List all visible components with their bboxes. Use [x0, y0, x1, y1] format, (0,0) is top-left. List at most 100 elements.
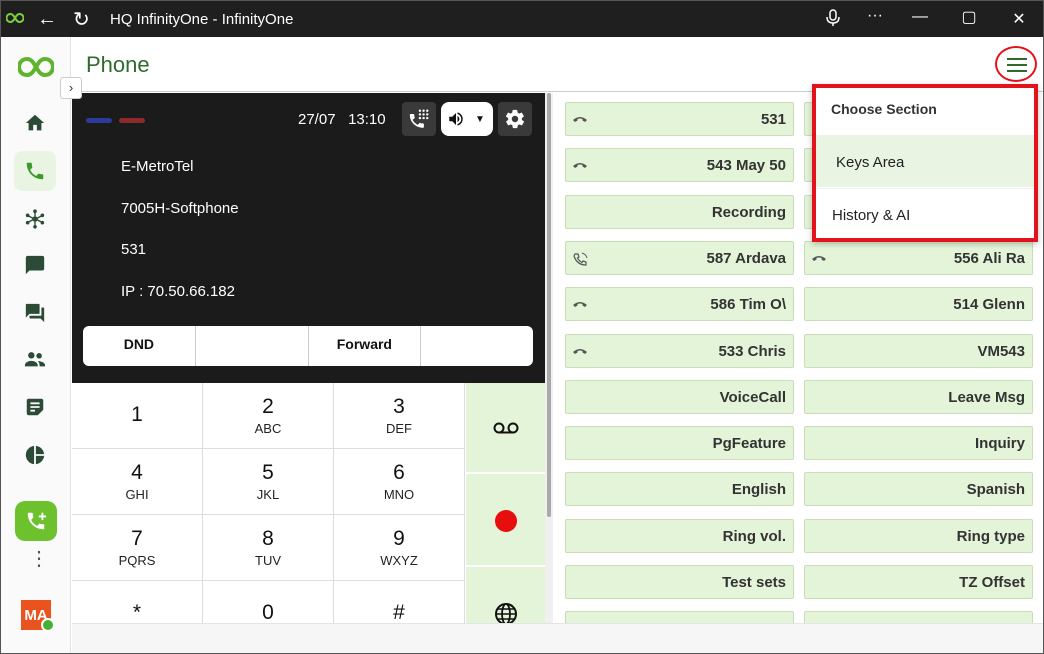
dialpad-key-letters: WXYZ — [380, 553, 418, 568]
programmable-key-label: Test sets — [722, 574, 786, 591]
choose-section-dropdown: Choose Section Keys Area History & AI — [812, 84, 1038, 242]
dialpad-key[interactable]: 8 TUV — [203, 515, 334, 581]
dialpad-side-buttons — [466, 383, 545, 625]
line-led-1 — [86, 118, 112, 123]
window-title: HQ InfinityOne - InfinityOne — [110, 11, 294, 28]
globe-icon — [494, 602, 517, 625]
infinityone-logo-icon[interactable] — [18, 55, 54, 79]
handset-icon — [811, 252, 827, 266]
dialpad-key-number: # — [393, 601, 405, 624]
dialpad-key[interactable]: 4 GHI — [72, 449, 203, 515]
dialpad-toggle-button[interactable] — [402, 102, 436, 136]
dialpad-key-letters: DEF — [386, 421, 412, 436]
dropdown-heading: Choose Section — [831, 101, 937, 117]
expand-rail-button[interactable]: › — [60, 77, 82, 99]
programmable-key[interactable]: 587 Ardava — [565, 240, 794, 275]
programmable-key[interactable]: 543 May 50 — [565, 148, 794, 183]
ip-address: IP : 70.50.66.182 — [121, 283, 235, 300]
programmable-key-label: PgFeature — [712, 435, 786, 453]
programmable-key[interactable]: 531 — [565, 102, 794, 136]
programmable-key[interactable]: Inquiry — [804, 426, 1033, 461]
maximize-icon[interactable]: ▢ — [959, 7, 979, 27]
minimize-icon[interactable]: — — [910, 8, 930, 26]
section-history-ai[interactable]: History & AI — [816, 188, 1034, 240]
settings-button[interactable] — [498, 102, 532, 136]
chat-icon[interactable] — [14, 245, 56, 285]
programmable-key-label: English — [731, 481, 786, 499]
home-icon[interactable] — [14, 103, 56, 143]
record-button[interactable] — [466, 476, 545, 567]
softkey-4[interactable] — [421, 326, 533, 366]
line-led-2 — [119, 118, 145, 123]
more-menu-icon[interactable]: ⋮ — [29, 549, 49, 569]
programmable-key-label: 533 Chris — [718, 342, 786, 360]
softkey-2[interactable] — [196, 326, 309, 366]
programmable-key-label: Ring vol. — [722, 527, 786, 545]
dialpad-key[interactable]: 5 JKL — [203, 449, 334, 515]
dialpad-key[interactable]: 3 DEF — [334, 383, 465, 449]
programmable-key[interactable]: Test sets — [565, 565, 794, 599]
title-bar: ← ↻ HQ InfinityOne - InfinityOne ··· — ▢… — [1, 1, 1043, 37]
back-icon[interactable]: ← — [37, 8, 57, 31]
programmable-key[interactable] — [804, 611, 1033, 623]
programmable-key[interactable]: English — [565, 472, 794, 507]
microphone-icon[interactable] — [823, 9, 843, 32]
programmable-key[interactable]: Leave Msg — [804, 379, 1033, 414]
hamburger-menu-button[interactable] — [995, 46, 1037, 82]
pie-chart-icon[interactable] — [14, 435, 56, 475]
audio-output-select[interactable]: ▼ — [441, 102, 493, 136]
dialpad: 1 2 ABC 3 DEF 4 GHI 5 JKL 6 MNO 7 PQRS 8 TUV 9 WXYZ * 0 # — [72, 383, 466, 647]
close-icon[interactable]: ✕ — [1009, 9, 1029, 29]
programmable-key[interactable]: TZ Offset — [804, 565, 1033, 599]
notes-icon[interactable] — [14, 387, 56, 427]
programmable-key[interactable]: 586 Tim O\ — [565, 287, 794, 322]
bottom-bar — [72, 623, 1043, 653]
dialpad-key[interactable]: 7 PQRS — [72, 515, 203, 581]
programmable-key[interactable]: 556 Ali Ra — [804, 240, 1033, 275]
softkey-dnd[interactable]: DND — [83, 326, 196, 366]
dialpad-key[interactable]: 6 MNO — [334, 449, 465, 515]
programmable-key[interactable]: Ring type — [804, 518, 1033, 553]
device-name: 7005H-Softphone — [121, 200, 239, 217]
scrollbar-thumb[interactable] — [547, 93, 551, 517]
section-keys-area[interactable]: Keys Area — [816, 135, 1034, 187]
dialpad-scrollbar[interactable] — [545, 93, 553, 623]
dialpad-key-number: 0 — [262, 601, 274, 624]
programmable-key[interactable]: Ring vol. — [565, 518, 794, 553]
programmable-key[interactable]: VoiceCall — [565, 379, 794, 414]
programmable-key[interactable]: PgFeature — [565, 426, 794, 461]
more-options-icon[interactable]: ··· — [865, 7, 885, 25]
programmable-key-label: 586 Tim O\ — [710, 296, 786, 314]
datetime: 27/07 13:10 — [298, 111, 386, 128]
programmable-key[interactable]: Spanish — [804, 472, 1033, 507]
forum-icon[interactable] — [14, 293, 56, 333]
programmable-key-label: Ring type — [956, 527, 1025, 545]
dialpad-key-number: 3 — [393, 395, 405, 418]
dialpad-key-letters: GHI — [125, 487, 149, 502]
softkey-forward[interactable]: Forward — [309, 326, 422, 366]
programmable-key[interactable]: VM543 — [804, 333, 1033, 368]
handset-icon — [572, 298, 588, 312]
date-text: 27/07 — [298, 111, 336, 128]
voicemail-button[interactable] — [466, 383, 545, 474]
programmable-key[interactable]: 533 Chris — [565, 333, 794, 368]
people-icon[interactable] — [14, 339, 56, 379]
new-call-button[interactable] — [15, 501, 57, 541]
phone-icon[interactable] — [14, 151, 56, 191]
dialpad-key[interactable]: 1 — [72, 383, 203, 449]
programmable-key[interactable]: 514 Glenn — [804, 287, 1033, 322]
programmable-key[interactable] — [565, 611, 794, 623]
programmable-key-label: 556 Ali Ra — [953, 249, 1025, 267]
dialpad-key-number: 7 — [131, 527, 143, 550]
programmable-key-label: 543 May 50 — [706, 157, 786, 175]
softkeys-bar: DND Forward — [83, 326, 533, 366]
dialpad-key[interactable]: 2 ABC — [203, 383, 334, 449]
gear-icon — [505, 109, 525, 129]
page-title: Phone — [86, 52, 150, 77]
phone-display: 27/07 13:10 ▼ E-MetroTel 7005H-Softphone… — [72, 93, 545, 383]
hub-icon[interactable] — [14, 199, 56, 239]
reload-icon[interactable]: ↻ — [73, 7, 90, 32]
dialpad-key[interactable]: 9 WXYZ — [334, 515, 465, 581]
programmable-key[interactable]: Recording — [565, 194, 794, 229]
dialpad-key-number: 5 — [262, 461, 274, 484]
